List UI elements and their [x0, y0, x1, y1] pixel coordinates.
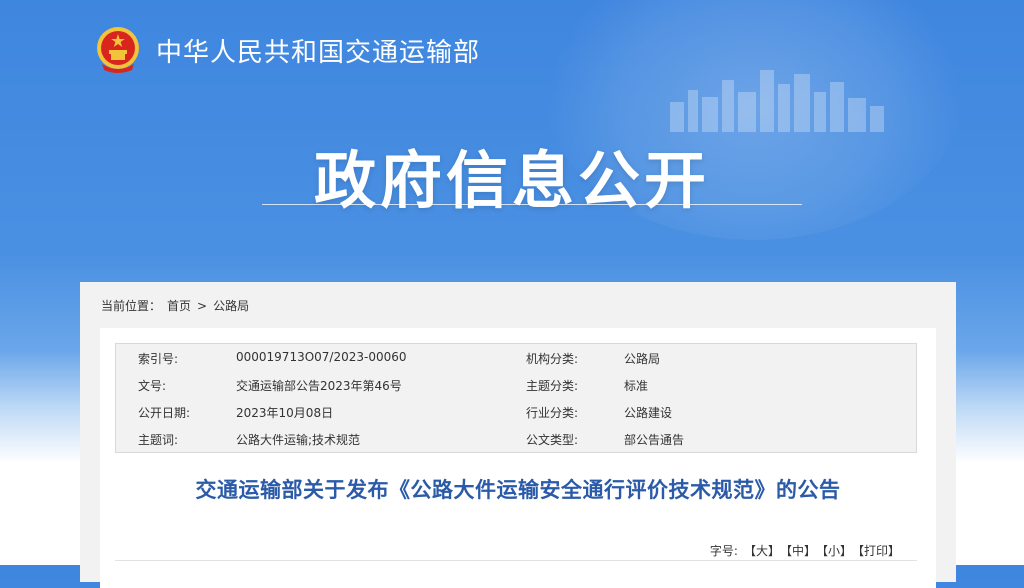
- meta-value-agency: 公路局: [624, 352, 661, 366]
- breadcrumb-current-link[interactable]: 公路局: [213, 299, 249, 313]
- content-divider: [115, 560, 917, 561]
- font-size-controls: 字号: 【大】 【中】 【小】 【打印】: [704, 542, 900, 559]
- breadcrumb-home-link[interactable]: 首页: [167, 299, 191, 313]
- page-title: 政府信息公开: [313, 144, 710, 217]
- meta-value-publish-date: 2023年10月08日: [236, 406, 334, 420]
- meta-label-topic: 主题分类:: [526, 379, 579, 393]
- banner-divider: [262, 204, 802, 205]
- breadcrumb: 当前位置： 首页 > 公路局: [101, 297, 255, 314]
- meta-value-topic: 标准: [624, 379, 649, 393]
- meta-label-doc-number: 文号:: [138, 379, 167, 393]
- article-title: 交通运输部关于发布《公路大件运输安全通行评价技术规范》的公告: [195, 478, 841, 502]
- font-size-medium-button[interactable]: 【中】: [786, 544, 816, 558]
- meta-label-index: 索引号:: [138, 352, 179, 366]
- content-panel: 当前位置： 首页 > 公路局 索引号: 000019713O07/2023-00060…: [80, 282, 956, 588]
- meta-value-doc-type: 部公告通告: [624, 433, 685, 447]
- ministry-name[interactable]: 中华人民共和国交通运输部: [156, 32, 480, 69]
- article-card: 索引号: 000019713O07/2023-00060 机构分类: 公路局 文…: [100, 328, 936, 588]
- meta-label-doc-type: 公文类型:: [526, 433, 579, 447]
- meta-value-doc-number: 交通运输部公告2023年第46号: [236, 379, 402, 393]
- print-button[interactable]: 【打印】: [858, 544, 900, 558]
- city-skyline-graphic: [670, 70, 884, 132]
- meta-label-agency: 机构分类:: [526, 352, 579, 366]
- meta-label-industry: 行业分类:: [526, 406, 579, 420]
- meta-value-index: 000019713O07/2023-00060: [236, 350, 407, 364]
- breadcrumb-separator: >: [197, 299, 208, 313]
- national-emblem-icon: [97, 27, 139, 73]
- font-size-large-button[interactable]: 【大】: [744, 544, 780, 558]
- meta-value-keywords: 公路大件运输;技术规范: [236, 433, 361, 447]
- font-size-small-button[interactable]: 【小】: [822, 544, 852, 558]
- meta-label-keywords: 主题词:: [138, 433, 179, 447]
- document-metadata-table: 索引号: 000019713O07/2023-00060 机构分类: 公路局 文…: [115, 343, 917, 453]
- meta-label-publish-date: 公开日期:: [138, 406, 191, 420]
- meta-value-industry: 公路建设: [624, 406, 673, 420]
- font-size-label: 字号:: [709, 544, 738, 558]
- breadcrumb-label: 当前位置：: [101, 299, 162, 313]
